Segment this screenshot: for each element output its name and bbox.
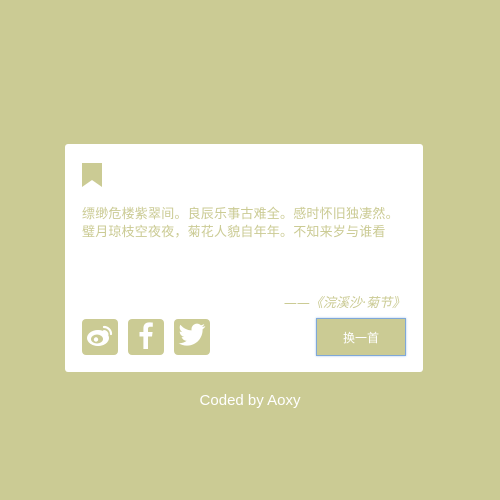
facebook-icon	[138, 321, 154, 353]
weibo-icon	[86, 323, 114, 351]
quote-source: ——《浣溪沙·菊节》	[283, 296, 405, 311]
next-poem-button[interactable]: 换一首	[316, 318, 406, 356]
quote-text: 缥缈危楼紫翠间。良辰乐事古难全。感时怀旧独凄然。 璧月琼枝空夜夜，菊花人貌自年年…	[82, 206, 407, 242]
twitter-icon	[178, 323, 206, 351]
quote-line-2: 璧月琼枝空夜夜，菊花人貌自年年。不知来岁与谁看	[82, 225, 386, 240]
facebook-share-button[interactable]	[128, 319, 164, 355]
twitter-share-button[interactable]	[174, 319, 210, 355]
quote-line-1: 缥缈危楼紫翠间。良辰乐事古难全。感时怀旧独凄然。	[82, 207, 399, 222]
weibo-share-button[interactable]	[82, 319, 118, 355]
footer-credit: Coded by Aoxy	[199, 392, 301, 409]
bookmark-icon	[82, 163, 102, 187]
quote-card: 缥缈危楼紫翠间。良辰乐事古难全。感时怀旧独凄然。 璧月琼枝空夜夜，菊花人貌自年年…	[65, 144, 423, 372]
